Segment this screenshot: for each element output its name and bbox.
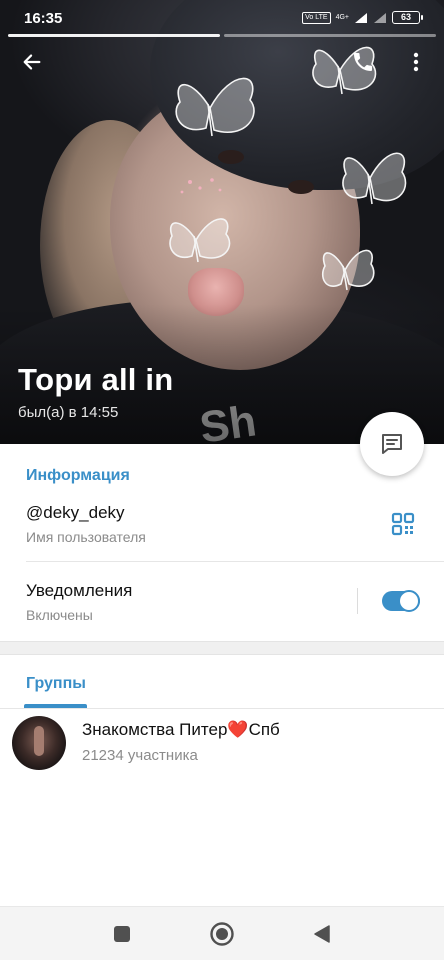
- circle-icon: [210, 922, 234, 946]
- volte-icon: Vo LTE: [302, 11, 331, 24]
- profile-name: Тори all in: [18, 362, 174, 397]
- status-time: 16:35: [24, 10, 63, 27]
- triangle-icon: [314, 925, 330, 943]
- phone-icon: [354, 53, 372, 71]
- square-icon: [114, 926, 130, 942]
- notifications-title[interactable]: Уведомления: [26, 581, 132, 601]
- photo-progress-next: [224, 34, 436, 37]
- group-name: Знакомства Питер❤️Спб: [82, 720, 280, 739]
- qr-code-icon: [391, 512, 415, 536]
- status-icons: Vo LTE 4G+ 63: [302, 11, 423, 24]
- battery-icon: 63: [392, 11, 423, 24]
- arrow-left-icon: [23, 54, 41, 70]
- group-avatar: [12, 716, 66, 770]
- group-list-item[interactable]: Знакомства Питер❤️Спб 21234 участника: [0, 712, 444, 776]
- username-label: Имя пользователя: [26, 529, 146, 545]
- signal-icon: [355, 12, 367, 23]
- butterfly-1: [175, 77, 255, 137]
- last-seen-status: был(а) в 14:55: [18, 404, 119, 421]
- send-message-button[interactable]: [360, 412, 424, 476]
- back-button[interactable]: [14, 44, 50, 80]
- chat-bubble-icon: [382, 434, 402, 454]
- group-members-count: 21234 участника: [82, 747, 198, 764]
- recents-button[interactable]: [109, 921, 135, 947]
- info-section-title: Информация: [26, 467, 130, 484]
- tab-groups[interactable]: Группы: [26, 675, 86, 693]
- signal-icon-2: [374, 12, 386, 23]
- status-bar: 16:35 Vo LTE 4G+ 63: [0, 0, 444, 36]
- notifications-toggle[interactable]: [382, 590, 420, 612]
- notifications-separator: [357, 588, 358, 614]
- qr-code-button[interactable]: [390, 511, 416, 537]
- butterfly-4: [169, 218, 231, 263]
- home-button[interactable]: [209, 921, 235, 947]
- toggle-knob: [398, 590, 420, 612]
- photo-progress-active: [8, 34, 220, 37]
- more-menu-button[interactable]: [398, 44, 434, 80]
- groups-divider: [0, 708, 444, 709]
- info-divider: [26, 561, 444, 562]
- section-separator: [0, 641, 444, 655]
- group-avatar-figure: [34, 726, 44, 756]
- notifications-status: Включены: [26, 607, 93, 623]
- system-nav-bar: [0, 906, 444, 960]
- network-type-label: 4G+: [335, 13, 349, 21]
- butterfly-3: [342, 152, 407, 205]
- call-button[interactable]: [345, 44, 381, 80]
- username-value[interactable]: @deky_deky: [26, 503, 125, 523]
- more-vertical-icon: [413, 52, 419, 72]
- system-back-button[interactable]: [309, 921, 335, 947]
- butterfly-5: [321, 249, 375, 291]
